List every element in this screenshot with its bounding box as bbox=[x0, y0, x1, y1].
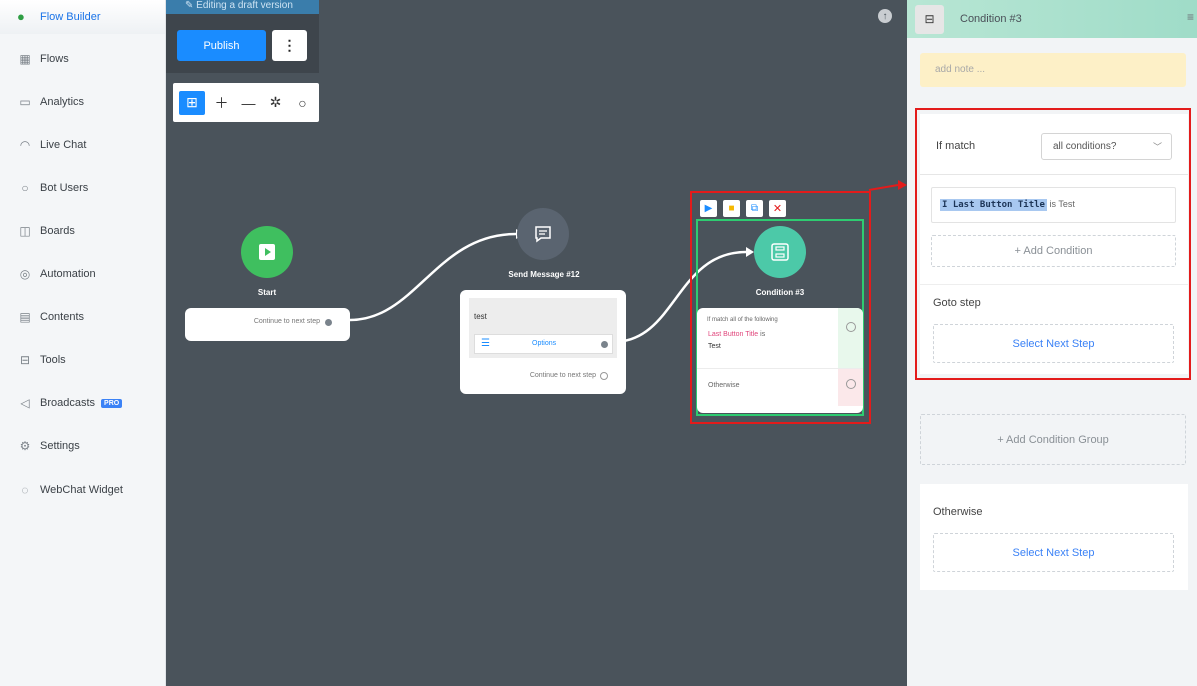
note-icon[interactable]: ■ bbox=[723, 200, 740, 217]
contents-icon: ▤ bbox=[19, 310, 31, 324]
sidebar-item-contents[interactable]: ▤ Contents bbox=[0, 306, 166, 328]
sidebar-item-automation[interactable]: ◎ Automation bbox=[0, 263, 166, 285]
sidebar-item-live-chat[interactable]: ◠ Live Chat bbox=[0, 134, 166, 156]
condition-node-title: Condition #3 bbox=[755, 288, 805, 297]
panel-title: Condition #3 bbox=[960, 13, 1022, 25]
sidebar-item-settings[interactable]: ⚙ Settings bbox=[0, 435, 166, 457]
condition-row[interactable]: I Last Button Title is Test bbox=[931, 187, 1176, 223]
sidebar-item-analytics[interactable]: ▭ Analytics bbox=[0, 91, 166, 113]
close-icon[interactable]: ✕ bbox=[769, 200, 786, 217]
panel-header: ⊟ Condition #3 ≡ bbox=[907, 0, 1197, 38]
sidebar-item-tools[interactable]: ⊟ Tools bbox=[0, 349, 166, 371]
sidebar-item-bot-users[interactable]: ○ Bot Users bbox=[0, 177, 166, 199]
sidebar: ● Flow Builder ▦ Flows ▭ Analytics ◠ Live C… bbox=[0, 0, 166, 686]
message-bubble: test ☰ Options bbox=[469, 298, 617, 358]
sidebar-item-webchat-widget[interactable]: ◌ WebChat Widget bbox=[0, 479, 166, 501]
send-message-icon[interactable] bbox=[517, 208, 569, 260]
options-button[interactable]: ☰ Options bbox=[474, 334, 613, 354]
flow-canvas[interactable]: ✎ Editing a draft version Publish ⋮ ⊞ ＋ … bbox=[166, 0, 907, 686]
start-node-card[interactable]: Continue to next step bbox=[185, 308, 350, 341]
hamburger-menu-icon[interactable]: ≡ bbox=[1187, 10, 1194, 24]
condition-otherwise-branch bbox=[838, 369, 863, 406]
grid-icon: ▦ bbox=[19, 52, 31, 66]
user-icon: ○ bbox=[21, 181, 29, 195]
options-output-port[interactable] bbox=[601, 341, 608, 348]
otherwise-section: Otherwise Select Next Step bbox=[920, 484, 1188, 590]
add-condition-group-button[interactable]: + Add Condition Group bbox=[920, 414, 1186, 465]
copy-icon[interactable]: ⧉ bbox=[746, 200, 763, 217]
select-next-step-button[interactable]: Select Next Step bbox=[933, 324, 1174, 363]
sidebar-brand[interactable]: ● Flow Builder bbox=[0, 0, 165, 34]
step-settings-panel: ⊟ Condition #3 ≡ add note ... If match a… bbox=[907, 0, 1197, 686]
otherwise-select-next-step-button[interactable]: Select Next Step bbox=[933, 533, 1174, 572]
condition-true-branch bbox=[838, 308, 863, 368]
sidebar-item-flows[interactable]: ▦ Flows bbox=[0, 48, 166, 70]
tools-icon: ⊟ bbox=[19, 353, 31, 367]
text-field-icon: I bbox=[942, 200, 953, 210]
condition-group: If match all conditions? ﹀ I Last Button… bbox=[920, 114, 1188, 374]
annotation-arrow bbox=[868, 180, 907, 191]
condition-otherwise-port[interactable] bbox=[846, 379, 856, 389]
add-condition-button[interactable]: + Add Condition bbox=[931, 235, 1176, 267]
condition-icon: ⊟ bbox=[915, 4, 944, 34]
sidebar-item-broadcasts[interactable]: ◁ Broadcasts PRO bbox=[0, 392, 166, 414]
if-match-label: If match bbox=[936, 140, 976, 152]
start-node-title: Start bbox=[257, 288, 277, 297]
play-circle-icon[interactable]: ▶ bbox=[700, 200, 717, 217]
condition-node-icon[interactable] bbox=[754, 226, 806, 278]
list-icon: ☰ bbox=[481, 338, 490, 349]
send-message-title: Send Message #12 bbox=[508, 270, 580, 279]
send-message-card[interactable]: test ☰ Options Continue to next step bbox=[460, 290, 626, 394]
chevron-down-icon: ﹀ bbox=[1152, 142, 1162, 152]
condition-true-port[interactable] bbox=[846, 322, 856, 332]
board-icon: ◫ bbox=[19, 224, 31, 238]
start-node-icon[interactable] bbox=[241, 226, 293, 278]
condition-node-actions: ▶ ■ ⧉ ✕ bbox=[700, 200, 786, 217]
otherwise-label: Otherwise bbox=[933, 506, 983, 518]
chat-icon: ◌ bbox=[21, 483, 29, 497]
start-output-port[interactable] bbox=[325, 319, 332, 326]
flow-builder-logo-icon: ● bbox=[17, 9, 25, 24]
megaphone-icon: ◁ bbox=[20, 396, 30, 410]
note-textarea[interactable]: add note ... bbox=[920, 53, 1186, 87]
condition-node-card[interactable]: If match all of the following Last Butto… bbox=[697, 308, 863, 413]
goto-step-label: Goto step bbox=[933, 297, 981, 309]
headset-icon: ◠ bbox=[19, 138, 31, 152]
pro-badge: PRO bbox=[101, 398, 123, 408]
send-message-output-port[interactable] bbox=[600, 372, 608, 380]
sidebar-brand-label: Flow Builder bbox=[40, 11, 101, 23]
gear-icon: ⚙ bbox=[19, 439, 31, 453]
sidebar-item-boards[interactable]: ◫ Boards bbox=[0, 220, 166, 242]
match-type-select[interactable]: all conditions? ﹀ bbox=[1041, 133, 1172, 160]
automation-icon: ◎ bbox=[19, 267, 31, 281]
analytics-icon: ▭ bbox=[19, 95, 31, 109]
